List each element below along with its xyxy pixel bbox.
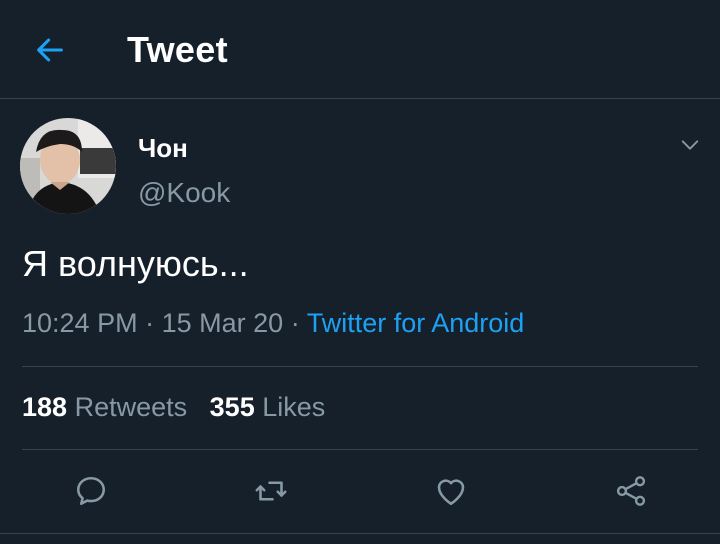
like-button[interactable] [431, 466, 471, 516]
display-name[interactable]: Чон [138, 133, 188, 164]
more-options-button[interactable] [676, 131, 704, 159]
heart-icon [437, 479, 465, 506]
user-handle[interactable]: @Kook [138, 177, 230, 209]
tweet-detail-screen: Tweet Чон @Kook Я волнуюсь... 10:24 PM ·… [0, 0, 720, 544]
tweet-date: 15 Mar 20 [161, 308, 284, 338]
arrow-left-icon [37, 38, 63, 62]
tweet-time: 10:24 PM [22, 308, 138, 338]
likes-label: Likes [262, 392, 326, 422]
reply-button[interactable] [71, 466, 111, 516]
retweets-stat[interactable]: 188 Retweets [22, 392, 187, 422]
page-title: Tweet [127, 29, 228, 70]
retweet-icon [255, 481, 287, 501]
retweets-count: 188 [22, 392, 68, 422]
avatar[interactable] [20, 118, 116, 214]
meta-separator: · [290, 308, 300, 338]
meta-separator: · [145, 308, 155, 338]
share-icon [616, 476, 646, 506]
divider [22, 366, 698, 367]
top-bar: Tweet [0, 0, 720, 99]
divider [22, 449, 698, 450]
divider [0, 533, 720, 534]
likes-stat[interactable]: 355 Likes [210, 392, 326, 422]
likes-count: 355 [209, 392, 255, 422]
tweet-source-link[interactable]: Twitter for Android [307, 308, 525, 338]
tweet-meta: 10:24 PM · 15 Mar 20 · Twitter for Andro… [22, 308, 524, 339]
avatar-image [20, 118, 116, 214]
reply-icon [76, 476, 106, 506]
engagement-stats: 188 Retweets 355 Likes [22, 392, 325, 423]
back-button[interactable] [30, 30, 70, 70]
chevron-down-icon [681, 140, 699, 150]
retweet-button[interactable] [251, 466, 291, 516]
retweets-label: Retweets [74, 392, 188, 422]
action-bar [0, 466, 720, 516]
tweet-text: Я волнуюсь... [22, 243, 249, 284]
share-button[interactable] [611, 466, 651, 516]
